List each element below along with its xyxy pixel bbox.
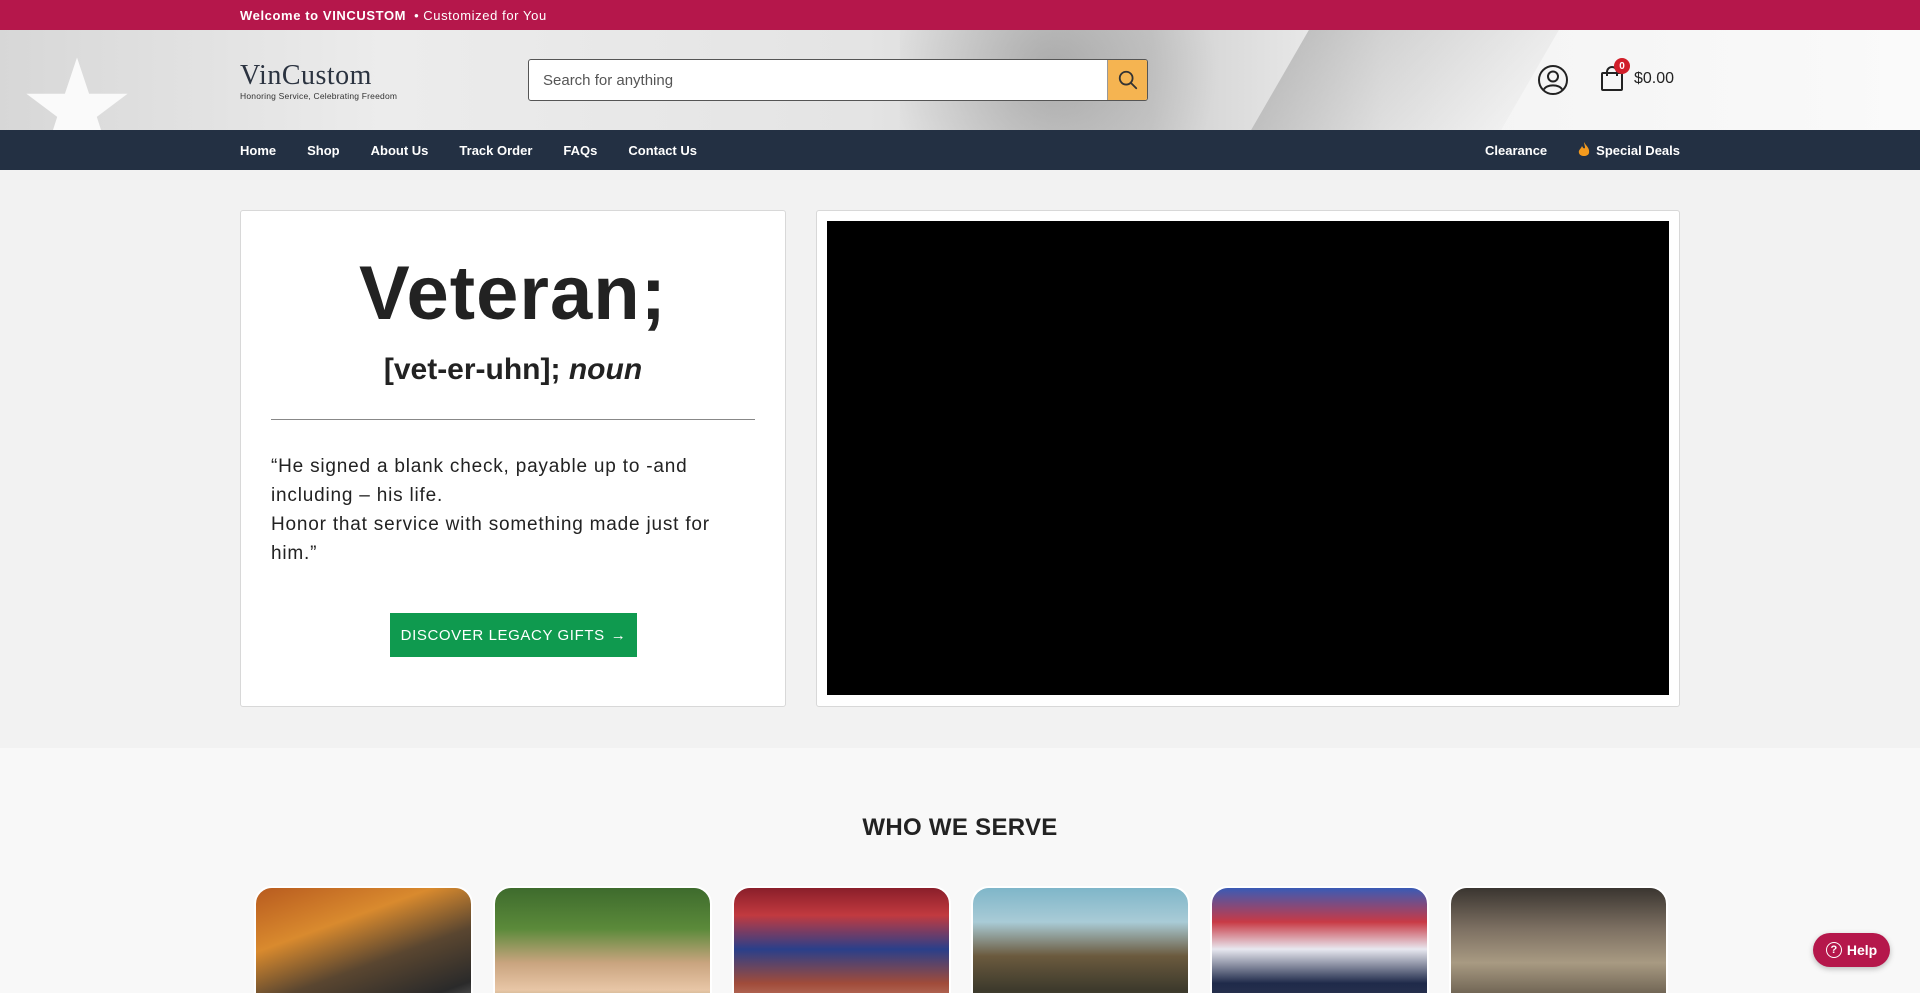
search-button[interactable] [1107, 60, 1147, 100]
serve-tile-patriots[interactable] [732, 886, 951, 993]
star-icon [26, 57, 128, 130]
cart-count-badge: 0 [1614, 58, 1630, 74]
search-bar [528, 59, 1148, 101]
nav-right: Clearance Special Deals [1454, 142, 1680, 158]
cart-button[interactable]: 0 $0.00 [1600, 58, 1675, 92]
nav-about-us[interactable]: About Us [371, 143, 429, 158]
cart-total: $0.00 [1634, 70, 1675, 87]
logo-name: VinCustom [240, 60, 372, 91]
nav-shop[interactable]: Shop [307, 143, 340, 158]
logo-tagline: Honoring Service, Celebrating Freedom [240, 91, 398, 101]
help-question-icon: ? [1825, 942, 1842, 958]
serve-tile-active-duty[interactable] [971, 886, 1190, 993]
serve-tile-honor-guard[interactable] [1210, 886, 1429, 993]
serve-tile-history[interactable] [1449, 886, 1668, 993]
hero-pronunciation: [vet-er-uhn]; noun [241, 353, 785, 387]
account-button[interactable] [1537, 64, 1569, 96]
definition-card: Veteran; [vet-er-uhn]; noun “He signed a… [240, 210, 786, 707]
cta-label: DISCOVER LEGACY GIFTS [400, 626, 605, 644]
header-background-stripe [1251, 30, 1559, 130]
hero-quote: “He signed a blank check, payable up to … [271, 452, 755, 568]
announcement-brand: Welcome to VINCUSTOM [240, 7, 407, 23]
nav-home[interactable]: Home [240, 143, 276, 158]
site-header: VinCustom Honoring Service, Celebrating … [0, 30, 1920, 130]
help-label: Help [1846, 942, 1878, 958]
arrow-right-icon: → [610, 626, 627, 644]
nav-special-deals-label: Special Deals [1596, 142, 1680, 158]
announcement-separator: • [414, 7, 420, 23]
site-logo[interactable]: VinCustom Honoring Service, Celebrating … [240, 60, 398, 102]
discover-legacy-gifts-button[interactable]: DISCOVER LEGACY GIFTS → [390, 613, 637, 657]
user-icon [1538, 65, 1568, 95]
nav-faqs[interactable]: FAQs [563, 143, 597, 158]
serve-tile-military-families[interactable] [493, 886, 712, 993]
nav-clearance[interactable]: Clearance [1485, 143, 1547, 158]
cart-bag: 0 [1600, 58, 1630, 92]
flame-icon [1578, 142, 1590, 156]
nav-special-deals[interactable]: Special Deals [1578, 142, 1680, 158]
announcement-tagline: Customized for You [423, 7, 547, 23]
search-input[interactable] [529, 60, 1107, 100]
hero-word: Veteran; [359, 251, 667, 336]
serve-tiles [254, 886, 1688, 993]
video-player[interactable] [827, 221, 1669, 695]
divider [271, 419, 755, 420]
search-icon [1118, 70, 1137, 90]
nav-contact-us[interactable]: Contact Us [628, 143, 697, 158]
nav-track-order[interactable]: Track Order [459, 143, 532, 158]
serve-tile-veterans[interactable] [254, 886, 473, 993]
hero-section: Veteran; [vet-er-uhn]; noun “He signed a… [0, 170, 1920, 748]
main-nav: Home Shop About Us Track Order FAQs Cont… [0, 130, 1920, 170]
who-we-serve-section: WHO WE SERVE [0, 748, 1920, 993]
quote-line-2: Honor that service with something made j… [271, 514, 710, 564]
section-title: WHO WE SERVE [862, 814, 1058, 841]
part-of-speech: noun [568, 353, 643, 386]
pronunciation-text: [vet-er-uhn]; [383, 353, 561, 386]
quote-line-1: “He signed a blank check, payable up to … [271, 456, 688, 506]
help-button[interactable]: ? Help [1813, 933, 1890, 967]
announcement-bar: Welcome to VINCUSTOM • Customized for Yo… [0, 0, 1920, 30]
video-container [816, 210, 1680, 707]
